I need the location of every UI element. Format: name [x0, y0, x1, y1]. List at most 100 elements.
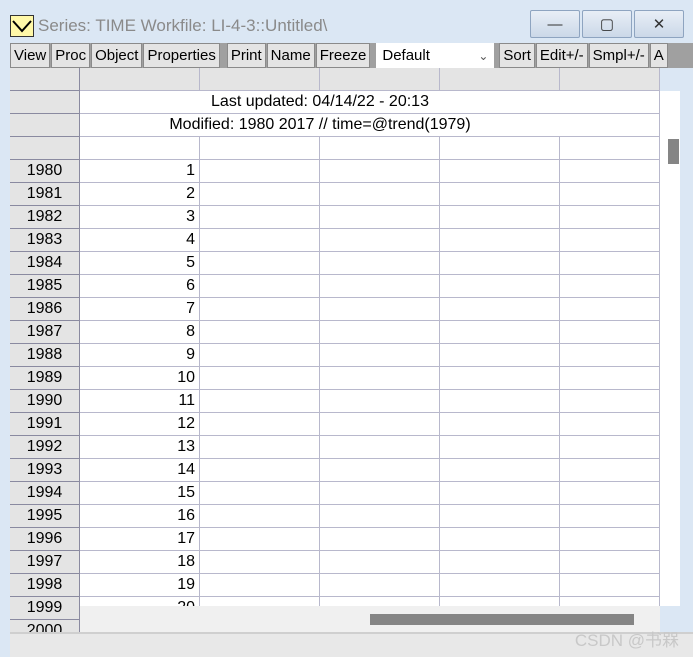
cell[interactable]	[440, 183, 560, 206]
print-button[interactable]: Print	[226, 43, 266, 68]
cell[interactable]	[200, 505, 320, 528]
cell[interactable]	[560, 206, 660, 229]
cell[interactable]	[320, 459, 440, 482]
cell[interactable]	[200, 367, 320, 390]
freeze-button[interactable]: Freeze	[315, 43, 371, 68]
proc-button[interactable]: Proc	[51, 43, 91, 68]
row-label[interactable]: 1997	[10, 551, 80, 574]
cell[interactable]	[560, 459, 660, 482]
value-cell[interactable]: 15	[80, 482, 200, 505]
cell[interactable]	[560, 390, 660, 413]
cell[interactable]	[320, 183, 440, 206]
cell[interactable]	[200, 528, 320, 551]
cell[interactable]	[200, 436, 320, 459]
cell[interactable]	[320, 574, 440, 597]
cell[interactable]	[560, 252, 660, 275]
cell[interactable]	[320, 344, 440, 367]
cell[interactable]	[440, 137, 560, 160]
cell[interactable]	[560, 160, 660, 183]
row-label[interactable]: 1995	[10, 505, 80, 528]
view-select[interactable]: Default ⌄	[376, 43, 495, 68]
toolbar-button-2[interactable]: Edit+/-	[535, 43, 588, 68]
cell[interactable]	[560, 275, 660, 298]
row-label[interactable]: 1983	[10, 229, 80, 252]
cell[interactable]	[320, 321, 440, 344]
cell[interactable]	[320, 137, 440, 160]
value-cell[interactable]: 17	[80, 528, 200, 551]
value-cell[interactable]: 10	[80, 367, 200, 390]
cell[interactable]	[320, 160, 440, 183]
value-cell[interactable]: 7	[80, 298, 200, 321]
cell[interactable]	[200, 183, 320, 206]
cell[interactable]	[80, 137, 200, 160]
object-button[interactable]: Object	[91, 43, 143, 68]
cell[interactable]	[560, 183, 660, 206]
cell[interactable]	[200, 344, 320, 367]
cell[interactable]	[560, 321, 660, 344]
cell[interactable]	[200, 160, 320, 183]
cell[interactable]	[320, 390, 440, 413]
cell[interactable]	[320, 298, 440, 321]
cell[interactable]	[560, 91, 660, 114]
value-cell[interactable]: 8	[80, 321, 200, 344]
cell[interactable]	[440, 252, 560, 275]
cell[interactable]	[200, 137, 320, 160]
cell[interactable]	[320, 482, 440, 505]
cell[interactable]	[200, 413, 320, 436]
row-label[interactable]: 2000	[10, 620, 80, 632]
value-cell[interactable]: 6	[80, 275, 200, 298]
cell[interactable]	[200, 574, 320, 597]
cell[interactable]	[320, 275, 440, 298]
cell[interactable]	[560, 298, 660, 321]
value-cell[interactable]: 19	[80, 574, 200, 597]
cell[interactable]	[440, 344, 560, 367]
cell[interactable]	[200, 229, 320, 252]
vertical-scroll-thumb[interactable]	[668, 139, 679, 164]
horizontal-scrollbar[interactable]	[80, 606, 660, 632]
cell[interactable]	[440, 528, 560, 551]
cell[interactable]	[320, 528, 440, 551]
value-cell[interactable]: 1	[80, 160, 200, 183]
row-label[interactable]: 1994	[10, 482, 80, 505]
cell[interactable]	[440, 298, 560, 321]
cell[interactable]	[320, 551, 440, 574]
cell[interactable]	[440, 574, 560, 597]
value-cell[interactable]: 11	[80, 390, 200, 413]
cell[interactable]	[320, 68, 440, 91]
row-label[interactable]: 1981	[10, 183, 80, 206]
cell[interactable]	[440, 206, 560, 229]
cell[interactable]	[560, 68, 660, 91]
cell[interactable]	[80, 68, 200, 91]
row-label[interactable]: 1998	[10, 574, 80, 597]
toolbar-button-3[interactable]: Smpl+/-	[588, 43, 649, 68]
cell[interactable]	[200, 68, 320, 91]
cell[interactable]	[200, 206, 320, 229]
row-label[interactable]: 1980	[10, 160, 80, 183]
cell[interactable]	[560, 436, 660, 459]
row-label[interactable]: 1985	[10, 275, 80, 298]
close-button[interactable]: ✕	[634, 10, 684, 38]
cell[interactable]	[560, 367, 660, 390]
toolbar-button-4[interactable]: A	[649, 43, 668, 68]
row-label[interactable]: 1990	[10, 390, 80, 413]
horizontal-scroll-thumb[interactable]	[370, 614, 634, 625]
value-cell[interactable]: 2	[80, 183, 200, 206]
value-cell[interactable]: 5	[80, 252, 200, 275]
cell[interactable]	[320, 252, 440, 275]
cell[interactable]	[560, 551, 660, 574]
cell[interactable]	[320, 505, 440, 528]
cell[interactable]	[440, 413, 560, 436]
properties-button[interactable]: Properties	[143, 43, 220, 68]
value-cell[interactable]: 12	[80, 413, 200, 436]
cell[interactable]	[320, 206, 440, 229]
cell[interactable]	[560, 482, 660, 505]
cell[interactable]	[560, 344, 660, 367]
row-label[interactable]: 1989	[10, 367, 80, 390]
cell[interactable]	[200, 551, 320, 574]
cell[interactable]	[320, 367, 440, 390]
cell[interactable]	[320, 229, 440, 252]
cell[interactable]	[560, 413, 660, 436]
cell[interactable]	[440, 436, 560, 459]
cell[interactable]	[560, 574, 660, 597]
row-label[interactable]: 1986	[10, 298, 80, 321]
